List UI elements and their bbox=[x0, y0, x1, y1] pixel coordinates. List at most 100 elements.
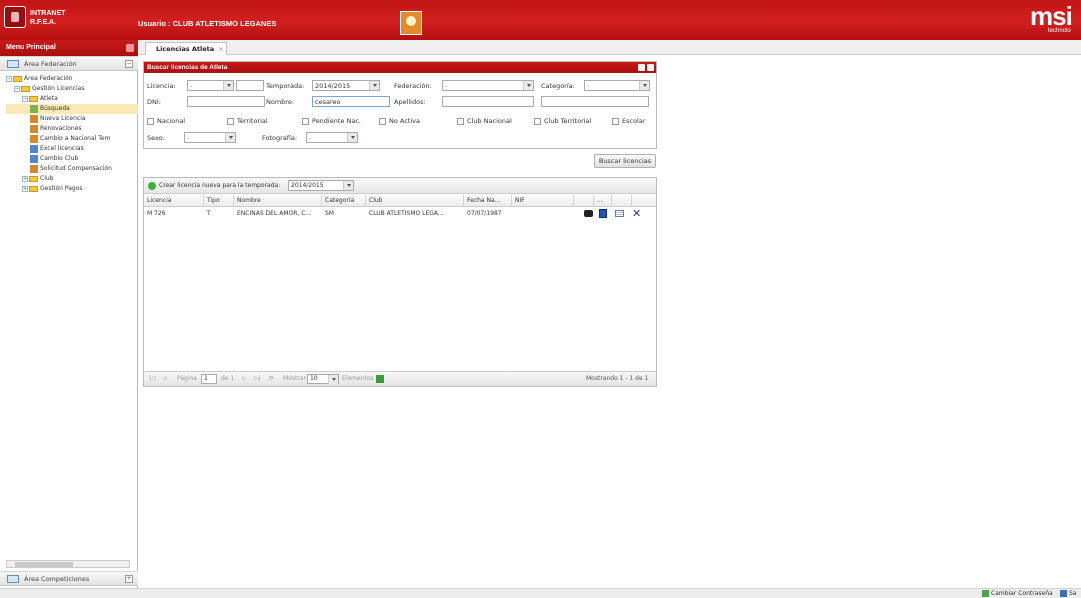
column-header[interactable]: Club bbox=[366, 195, 464, 207]
column-header[interactable]: NIF bbox=[512, 195, 574, 207]
tree-item[interactable]: − Área Federación bbox=[6, 74, 138, 84]
checkbox-box[interactable] bbox=[379, 118, 386, 125]
tree-item[interactable]: Cambio Club bbox=[6, 154, 138, 164]
expand-toggle-icon[interactable]: − bbox=[6, 75, 12, 82]
checkbox-box[interactable] bbox=[302, 118, 309, 125]
scrollbar-thumb[interactable] bbox=[15, 562, 73, 567]
expand-toggle-icon[interactable]: + bbox=[22, 175, 28, 182]
delete-icon[interactable]: ✕ bbox=[632, 207, 641, 220]
categoria-select-value: - bbox=[587, 82, 590, 90]
licencia-select[interactable]: - bbox=[187, 80, 234, 91]
federacion-select-value: - bbox=[445, 82, 448, 90]
chevron-down-icon bbox=[328, 375, 338, 384]
page-input[interactable]: 1 bbox=[201, 374, 217, 384]
checkbox-box[interactable] bbox=[147, 118, 154, 125]
next-page-icon[interactable]: ▷ bbox=[242, 375, 247, 382]
fotografia-select[interactable]: - bbox=[306, 132, 358, 143]
excel-export-icon[interactable] bbox=[376, 375, 384, 383]
tab-label: Licencias Atleta bbox=[156, 45, 215, 53]
apellidos2-input[interactable] bbox=[541, 96, 649, 107]
tree-item-label: Cambio a Nacional Tem bbox=[40, 135, 111, 142]
column-header[interactable]: Categoría bbox=[322, 195, 366, 207]
tree-item[interactable]: + Club bbox=[6, 174, 138, 184]
search-panel-title: Buscar licencias de Atleta bbox=[147, 64, 228, 71]
checkbox-box[interactable] bbox=[227, 118, 234, 125]
change-password-link[interactable]: Cambiar Contraseña bbox=[991, 590, 1053, 597]
collapse-icon[interactable] bbox=[638, 64, 645, 71]
apellidos-input[interactable] bbox=[442, 96, 534, 107]
tree-item-label: Atleta bbox=[40, 95, 58, 102]
licencia-label: Licencia: bbox=[147, 82, 176, 90]
column-header[interactable]: Nombre bbox=[234, 195, 322, 207]
column-header[interactable]: Licencia bbox=[144, 195, 204, 207]
tree-item[interactable]: + Gestión Pagos bbox=[6, 184, 138, 194]
first-page-icon[interactable]: |◁ bbox=[149, 375, 156, 382]
expand-toggle-icon[interactable]: − bbox=[14, 85, 20, 92]
federacion-select[interactable]: - bbox=[442, 80, 534, 91]
exit-link[interactable]: Sa bbox=[1069, 590, 1077, 597]
fotografia-select-value: - bbox=[309, 134, 312, 142]
folder-icon bbox=[29, 175, 38, 182]
expand-toggle-icon[interactable]: − bbox=[22, 95, 28, 102]
sexo-select[interactable]: - bbox=[184, 132, 236, 143]
nombre-input[interactable]: cesareo bbox=[312, 96, 390, 107]
table-row[interactable]: M 726 T ENCINAS DEL AMOR, C... SM CLUB A… bbox=[144, 207, 656, 220]
plus-icon[interactable]: + bbox=[125, 575, 133, 583]
licencia-number-input[interactable] bbox=[236, 80, 264, 91]
checkbox-label: Escolar bbox=[622, 117, 646, 125]
grid-header-row: Licencia Tipo Nombre Categoría Club Fecha Na.… bbox=[144, 195, 656, 207]
column-header[interactable] bbox=[612, 195, 632, 207]
categoria-select[interactable]: - bbox=[584, 80, 650, 91]
column-header[interactable]: Fecha Na... bbox=[464, 195, 512, 207]
accordion-area-competiciones[interactable]: Área Competiciones + bbox=[0, 571, 138, 586]
checkbox-label: Pendiente Nac. bbox=[312, 117, 361, 125]
collapse-sidebar-icon[interactable] bbox=[126, 44, 134, 52]
column-header[interactable]: Tipo bbox=[204, 195, 234, 207]
page-size-select[interactable]: 10 bbox=[307, 374, 339, 384]
chevron-down-icon bbox=[639, 81, 649, 90]
checkbox-box[interactable] bbox=[457, 118, 464, 125]
sheet-icon bbox=[30, 144, 38, 153]
info-icon[interactable] bbox=[599, 209, 607, 218]
dni-input[interactable] bbox=[187, 96, 265, 107]
prev-page-icon[interactable]: ◁ bbox=[162, 375, 167, 382]
last-page-icon[interactable]: ▷| bbox=[254, 375, 261, 382]
tree-item[interactable]: − Atleta bbox=[6, 94, 138, 104]
cell-tipo: T bbox=[207, 210, 211, 217]
exit-icon bbox=[1060, 590, 1067, 597]
accordion-area-federacion[interactable]: Área Federación − bbox=[0, 56, 138, 71]
checkbox-box[interactable] bbox=[612, 118, 619, 125]
close-panel-icon[interactable] bbox=[647, 64, 654, 71]
expand-toggle-icon[interactable]: + bbox=[22, 185, 28, 192]
column-header[interactable] bbox=[574, 195, 594, 207]
user-icon bbox=[30, 164, 38, 173]
tree-item[interactable]: Nueva Licencia bbox=[6, 114, 138, 124]
create-licencia-link[interactable]: Crear licencia nueva para la temporada: bbox=[159, 182, 280, 189]
checkbox-label: Club Territorial bbox=[544, 117, 592, 125]
tree-item[interactable]: Búsqueda bbox=[6, 104, 138, 114]
folder-icon bbox=[21, 85, 30, 92]
checkbox-box[interactable] bbox=[534, 118, 541, 125]
tree-item[interactable]: − Gestión Licencias bbox=[6, 84, 138, 94]
refresh-icon[interactable]: ⟳ bbox=[269, 375, 274, 382]
tree-item[interactable]: Cambio a Nacional Tem bbox=[6, 134, 138, 144]
camera-icon[interactable] bbox=[584, 210, 593, 217]
tree-item[interactable]: Excel licencias bbox=[6, 144, 138, 154]
apellidos-label: Apellidos: bbox=[394, 98, 426, 106]
add-icon[interactable] bbox=[148, 182, 156, 190]
close-icon[interactable]: × bbox=[218, 45, 223, 53]
tab-licencias-atleta[interactable]: Licencias Atleta × bbox=[145, 42, 227, 55]
buscar-licencias-button[interactable]: Buscar licencias bbox=[594, 154, 656, 168]
chevron-down-icon bbox=[343, 181, 353, 190]
tree-item[interactable]: Renovaciones bbox=[6, 124, 138, 134]
column-header[interactable]: ... bbox=[594, 195, 612, 207]
tree-item[interactable]: Solicitud Compensación bbox=[6, 164, 138, 174]
sheet-icon bbox=[30, 154, 38, 163]
chevron-down-icon bbox=[347, 133, 357, 142]
create-season-select[interactable]: 2014/2015 bbox=[288, 180, 354, 191]
list-icon[interactable] bbox=[615, 210, 624, 217]
sidebar-title: Menu Principal bbox=[0, 40, 138, 56]
sidebar-scrollbar[interactable] bbox=[6, 560, 130, 568]
minus-icon[interactable]: − bbox=[125, 60, 133, 68]
temporada-select[interactable]: 2014/2015 bbox=[312, 80, 380, 91]
